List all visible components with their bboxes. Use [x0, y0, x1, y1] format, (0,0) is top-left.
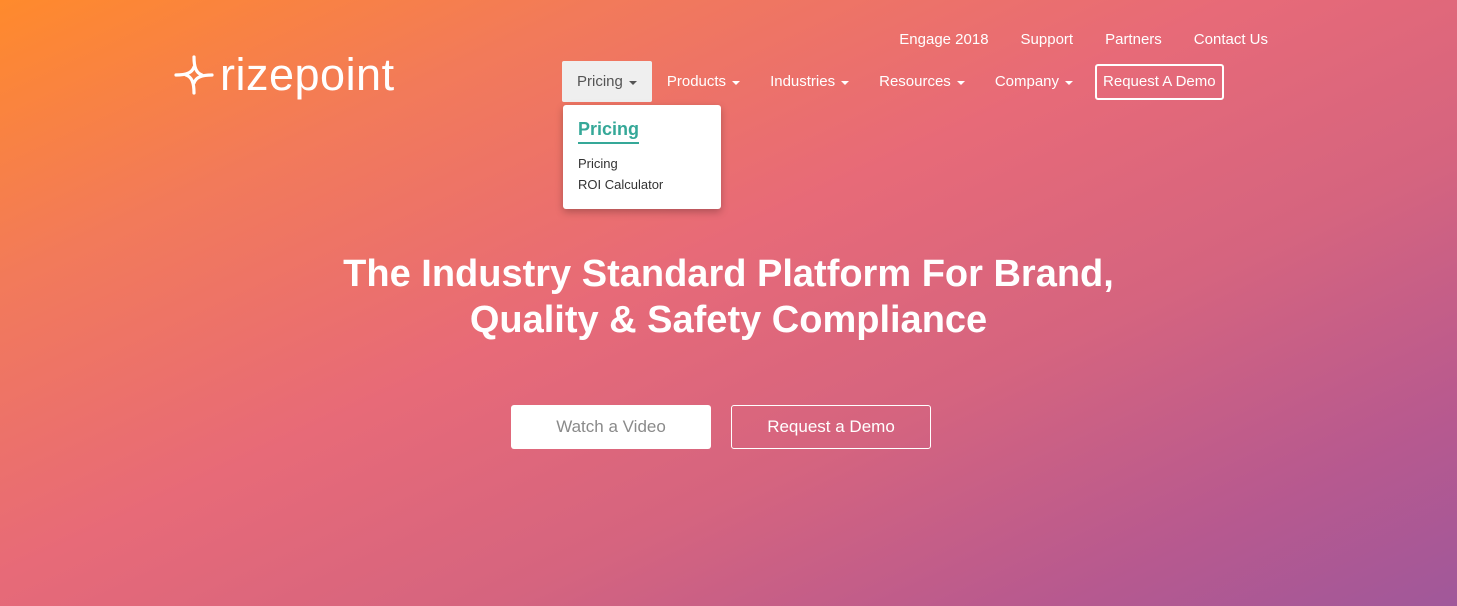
hero-title-line-1: The Industry Standard Platform For Brand… — [343, 253, 1114, 295]
caret-down-icon — [841, 80, 850, 85]
pricing-dropdown-menu: Pricing Pricing ROI Calculator — [563, 105, 721, 209]
hero-title-line-2: Quality & Safety Compliance — [469, 299, 988, 341]
caret-down-icon — [1065, 80, 1074, 85]
dropdown-title: Pricing — [578, 119, 640, 144]
nav-item-label: Resources — [879, 73, 951, 90]
utility-nav: Engage 2018 Support Partners Contact Us — [899, 31, 1268, 48]
nav-item-industries[interactable]: Industries — [755, 61, 864, 102]
caret-down-icon — [956, 80, 965, 85]
utility-link-support[interactable]: Support — [1021, 31, 1074, 48]
nav-item-company[interactable]: Company — [980, 61, 1088, 102]
utility-link-contact[interactable]: Contact Us — [1194, 31, 1268, 48]
hero-title: The Industry Standard Platform For Brand… — [0, 251, 1457, 343]
request-demo-hero-button[interactable]: Request a Demo — [731, 405, 931, 449]
sparkle-star-icon — [174, 54, 214, 95]
nav-item-label: Company — [994, 73, 1060, 90]
nav-item-pricing[interactable]: Pricing — [562, 61, 652, 102]
dropdown-item-pricing[interactable]: Pricing — [578, 156, 706, 171]
nav-item-products[interactable]: Products — [652, 61, 755, 102]
nav-item-label: Industries — [770, 73, 836, 90]
caret-down-icon — [628, 80, 637, 85]
nav-item-label: Products — [666, 73, 727, 90]
nav-item-label: Pricing — [577, 73, 623, 90]
brand-name: rizepoint — [220, 49, 395, 100]
caret-down-icon — [732, 80, 741, 85]
nav-item-resources[interactable]: Resources — [864, 61, 980, 102]
dropdown-item-roi-calculator[interactable]: ROI Calculator — [578, 177, 706, 192]
main-nav: Pricing Products Industries Resources Co… — [562, 61, 1224, 102]
request-demo-nav-button[interactable]: Request A Demo — [1095, 63, 1224, 100]
brand-logo[interactable]: rizepoint — [172, 52, 395, 97]
watch-video-button[interactable]: Watch a Video — [511, 405, 711, 449]
utility-link-partners[interactable]: Partners — [1105, 31, 1162, 48]
utility-link-engage[interactable]: Engage 2018 — [899, 31, 988, 48]
